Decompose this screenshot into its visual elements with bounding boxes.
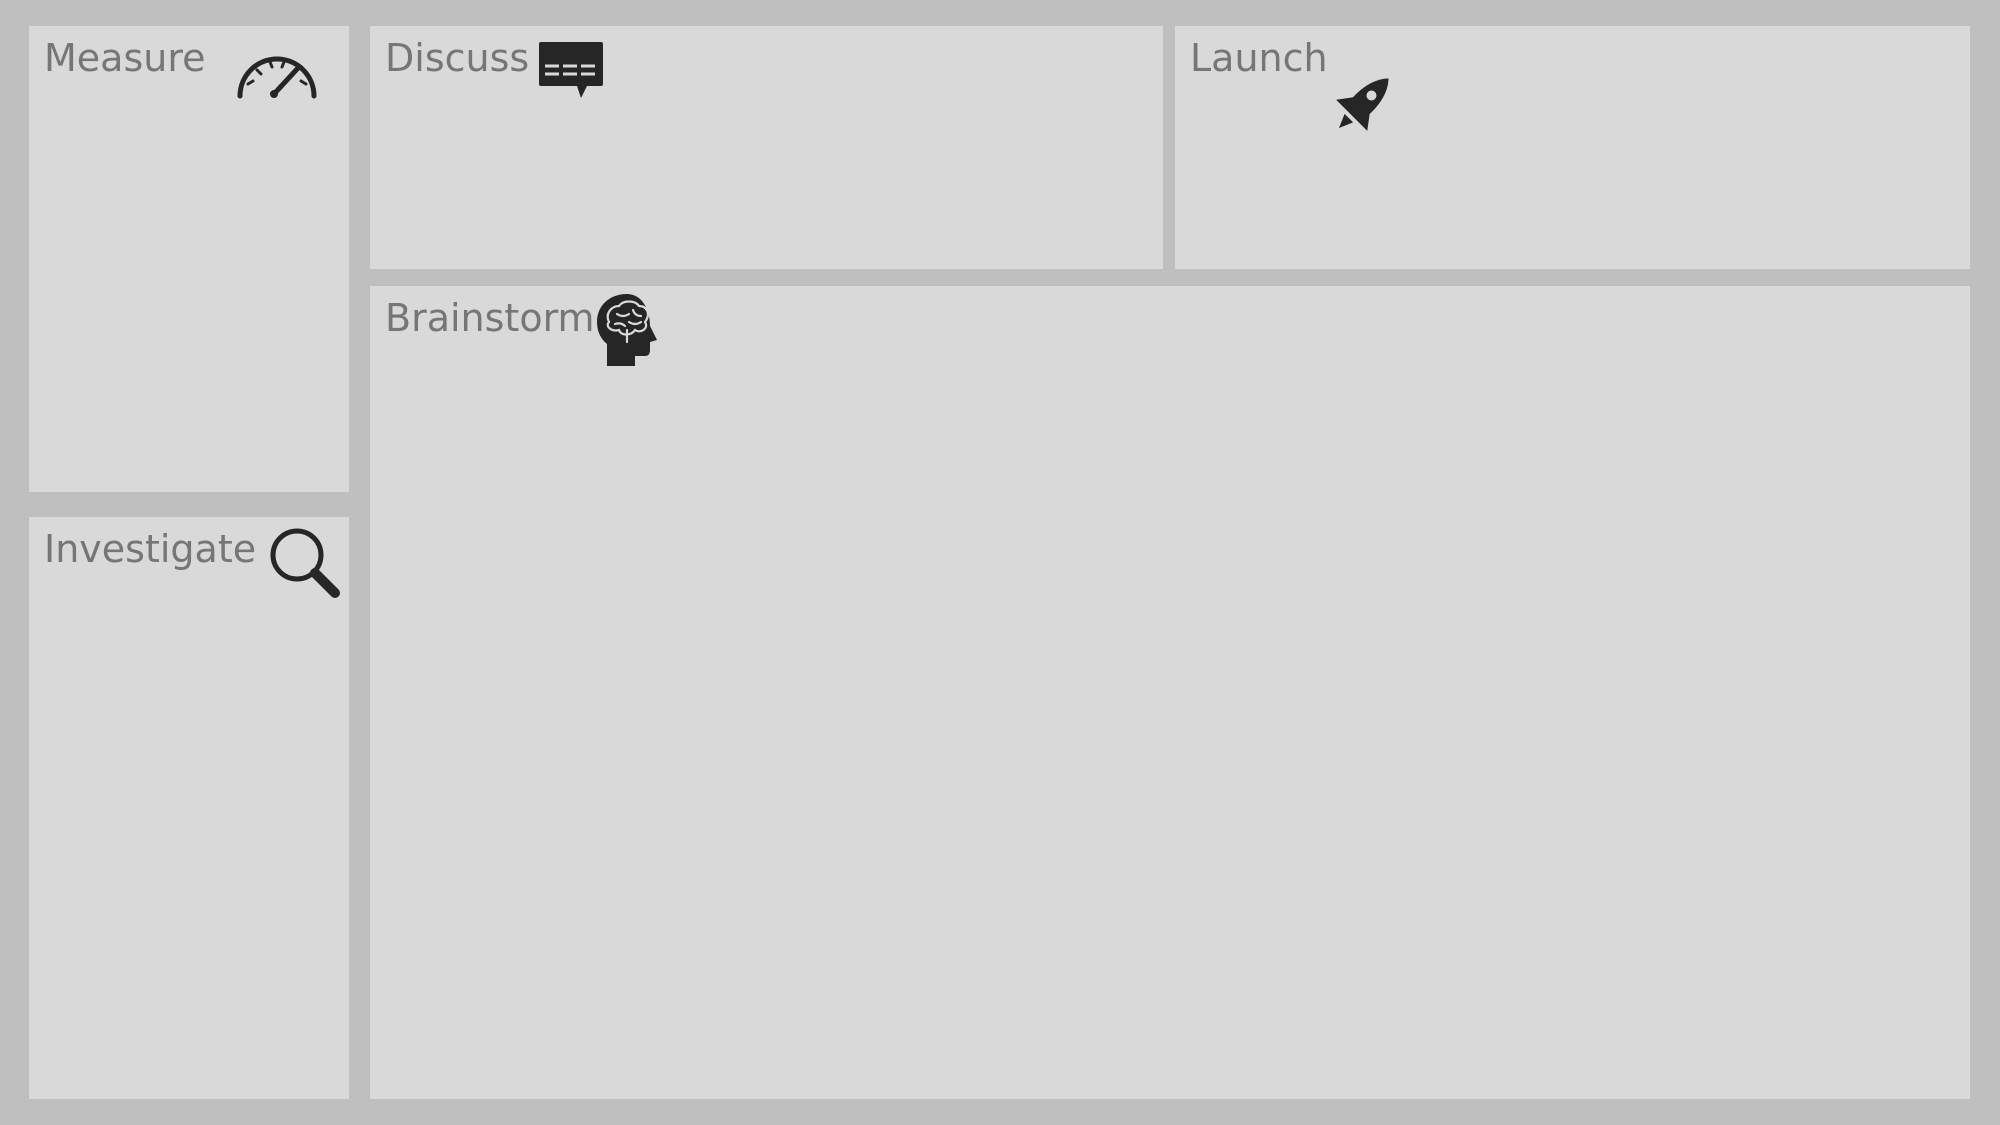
launch-title: Launch (1190, 36, 1328, 80)
measure-title: Measure (44, 36, 206, 80)
investigate-panel[interactable]: Investigate (29, 517, 349, 1099)
investigate-title: Investigate (44, 527, 257, 571)
launch-panel[interactable]: Launch (1175, 26, 1970, 269)
speedometer-icon (234, 48, 320, 100)
brainstorm-title: Brainstorm (385, 296, 595, 340)
discuss-panel[interactable]: Discuss (370, 26, 1163, 269)
speech-bubble-icon (537, 40, 605, 102)
magnifier-icon (267, 525, 343, 601)
brain-head-icon (595, 292, 661, 368)
measure-panel[interactable]: Measure (29, 26, 349, 492)
brainstorm-panel[interactable]: Brainstorm (370, 286, 1970, 1099)
discuss-title: Discuss (385, 36, 530, 80)
rocket-icon (1323, 64, 1403, 144)
